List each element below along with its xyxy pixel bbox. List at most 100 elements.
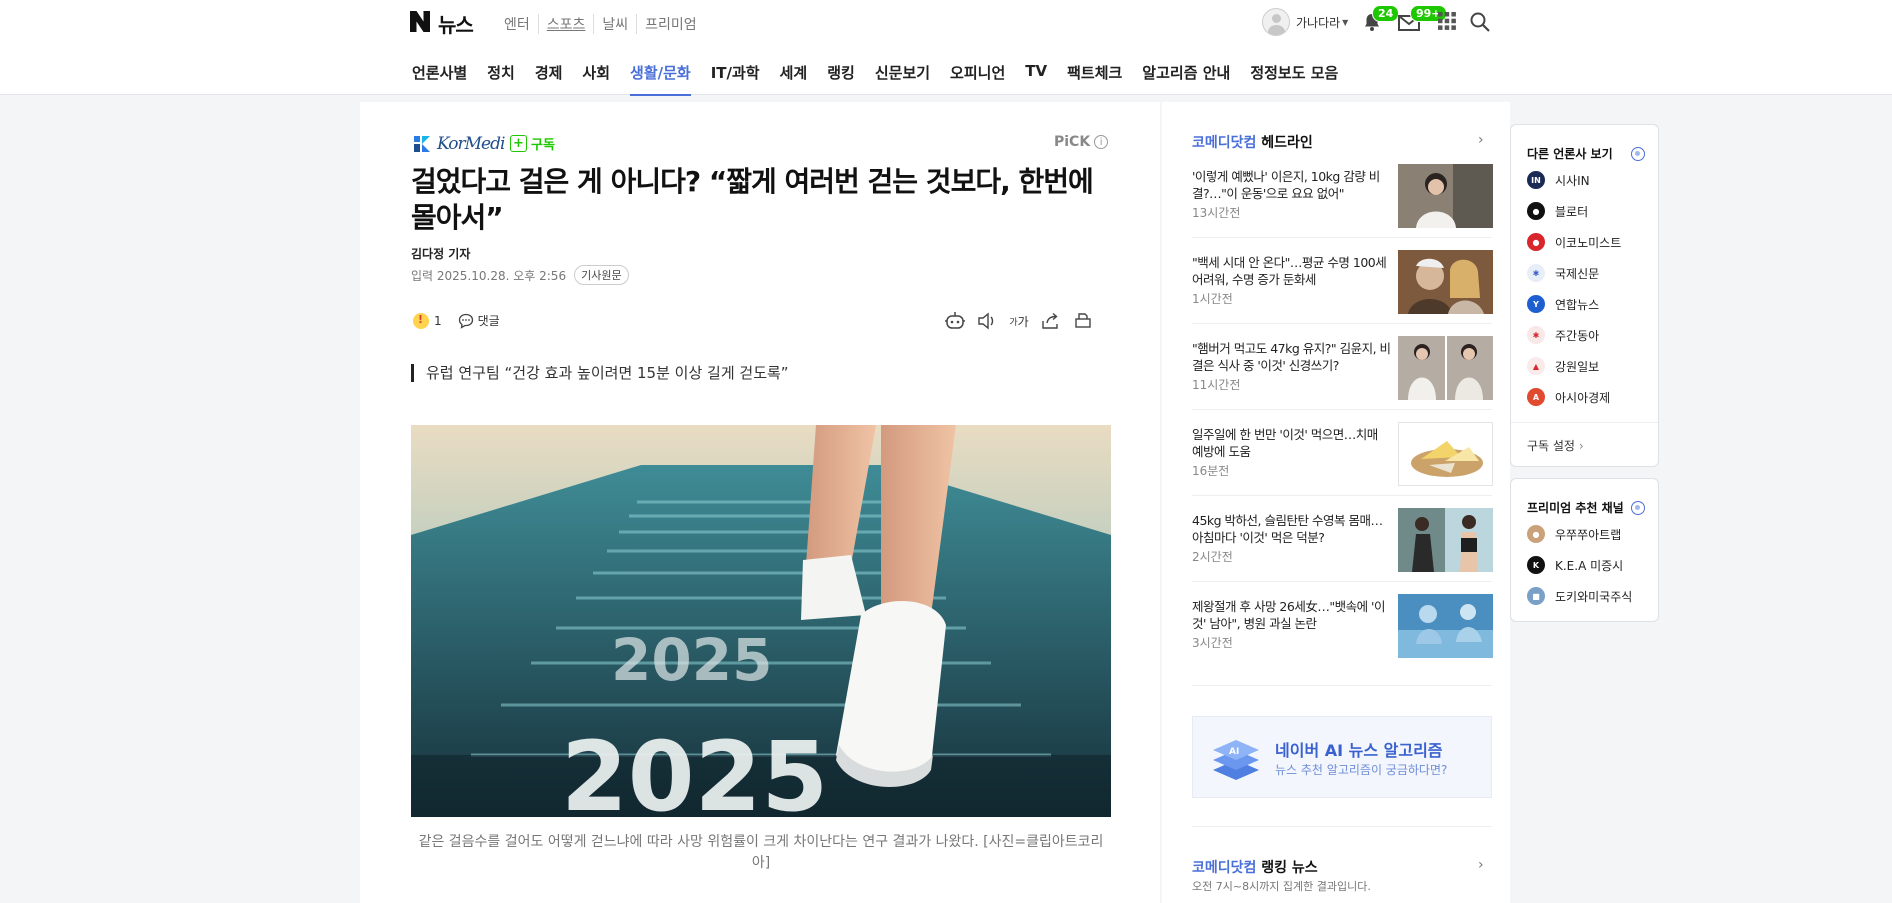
premium-title: 프리미엄 추천 채널 [1527,501,1624,515]
headline-item[interactable]: "백세 시대 안 온다"…평균 수명 100세 어려워, 수명 증가 둔화세 1… [1192,250,1493,322]
refresh-icon[interactable] [1631,147,1645,161]
comment-label: 댓글 [477,314,500,328]
notification-button[interactable]: 24 [1362,5,1400,32]
font-size-button[interactable]: 가가 [1008,310,1030,332]
premium-row[interactable]: ● 우쭈쭈아트랩 [1527,525,1621,543]
press-logo-icon: ▲ [1527,357,1545,375]
press-row[interactable]: A 아시아경제 [1527,388,1610,406]
section-divider [1192,826,1492,827]
nav-item-corrections[interactable]: 정정보도 모음 [1240,56,1348,93]
nav-item-newspaper[interactable]: 신문보기 [865,56,940,93]
share-icon [1042,312,1058,329]
press-name: KorMedi [437,134,505,154]
press-logo-icon: ● [1527,202,1545,220]
premium-channel-box: 프리미엄 추천 채널 ● 우쭈쭈아트랩 K K.E.A 미증시 ■ 도키와미국주… [1510,478,1659,622]
press-row-name: 주간동아 [1555,328,1600,343]
nav-item-life-culture[interactable]: 생활/문화 [620,56,701,96]
press-logo[interactable]: KorMedi [412,134,505,154]
avatar[interactable] [1262,8,1290,36]
search-icon [1470,12,1490,32]
headline-item[interactable]: 제왕절개 후 사망 26세女…"뱃속에 '이것' 남아", 병원 과실 논란 3… [1192,594,1493,666]
news-logo-text[interactable]: 뉴스 [438,9,474,38]
press-row[interactable]: ● 블로터 [1527,202,1588,220]
article-photo[interactable]: 2025 2025 [411,425,1111,817]
nav-item-society[interactable]: 사회 [572,56,620,93]
woman-portrait-image [1398,164,1493,228]
service-link-weather[interactable]: 날씨 [593,14,636,34]
service-link-sports[interactable]: 스포츠 [537,14,594,34]
mail-button[interactable]: 99+ [1398,5,1447,32]
headline-section-title[interactable]: 코메디닷컴 헤드라인 [1192,132,1313,152]
press-row[interactable]: IN 시사IN [1527,171,1590,189]
press-row-name: 연합뉴스 [1555,297,1600,312]
ranking-section-title[interactable]: 코메디닷컴 랭킹 뉴스 [1192,857,1318,877]
grid-icon [1438,12,1456,30]
premium-row[interactable]: K K.E.A 미증시 [1527,556,1623,574]
service-link-entertainment[interactable]: 엔터 [496,14,538,34]
search-button[interactable] [1470,12,1490,32]
channel-logo-icon: K [1527,556,1545,574]
headline-item[interactable]: 일주일에 한 번만 '이것' 먹으면…치매 예방에 도움 16분전 [1192,422,1493,494]
nav-item-economy[interactable]: 경제 [525,56,573,93]
service-link-premium[interactable]: 프리미엄 [636,14,705,34]
font-size-label: 가 [1017,314,1029,329]
ai-algorithm-banner[interactable]: AI 네이버 AI 뉴스 알고리즘 뉴스 추천 알고리즘이 궁금하다면? [1192,716,1492,798]
services-menu-button[interactable] [1438,12,1458,32]
share-button[interactable] [1040,310,1062,332]
headline-thumbnail [1398,508,1493,572]
headline-more-chevron-icon[interactable]: › [1478,132,1484,148]
press-logo-icon: ✱ [1527,326,1545,344]
reaction-count: 1 [434,313,442,328]
print-button[interactable] [1072,310,1094,332]
press-row[interactable]: ✱ 국제신문 [1527,264,1599,282]
press-row[interactable]: ✱ 주간동아 [1527,326,1599,344]
press-row-name: 이코노미스트 [1555,235,1622,250]
press-logo-icon: IN [1527,171,1545,189]
reaction-bulb-icon[interactable] [413,312,429,329]
original-article-button[interactable]: 기사원문 [574,265,629,285]
grandparent-child-image [1398,250,1493,314]
subscription-setting-link[interactable]: 구독 설정 › [1527,437,1584,454]
nav-item-it-science[interactable]: IT/과학 [701,56,770,93]
print-icon [1075,313,1091,328]
nav-item-by-press[interactable]: 언론사별 [402,56,477,93]
headline-item[interactable]: '이렇게 예뻤나' 이은지, 10kg 감량 비결?…"이 운동'으로 요요 없… [1192,164,1493,236]
reporter-name[interactable]: 김다정 기자 [411,245,470,262]
nav-item-algorithm[interactable]: 알고리즘 안내 [1132,56,1240,93]
headline-thumbnail [1398,422,1493,486]
pick-label[interactable]: PiCK i [1054,134,1109,150]
refresh-icon[interactable] [1631,501,1645,515]
nav-item-tv[interactable]: TV [1015,56,1057,93]
headline-time: 11시간전 [1192,378,1241,392]
nav-item-world[interactable]: 세계 [770,56,818,93]
press-row[interactable]: ▲ 강원일보 [1527,357,1599,375]
user-menu[interactable]: 가나다라 ▼ [1262,8,1348,36]
plus-icon: + [510,135,527,152]
ai-banner-title: 네이버 AI 뉴스 알고리즘 [1275,741,1443,760]
press-logo-icon: Y [1527,295,1545,313]
naver-n-logo-icon[interactable] [410,11,430,32]
press-row[interactable]: ● 이코노미스트 [1527,233,1621,251]
swimsuit-photo-image [1398,508,1493,572]
nav-item-ranking[interactable]: 랭킹 [817,56,865,93]
nav-item-politics[interactable]: 정치 [477,56,525,93]
nav-item-opinion[interactable]: 오피니언 [940,56,1015,93]
comment-button[interactable]: 댓글 [458,312,500,329]
headline-text: '이렇게 예뻤나' 이은지, 10kg 감량 비결?…"이 운동'으로 요요 없… [1192,169,1380,201]
headline-thumbnail [1398,594,1493,658]
read-aloud-button[interactable] [976,310,998,332]
notification-count-badge: 24 [1372,5,1400,22]
article-tools: 가가 [934,310,1094,332]
ranking-more-chevron-icon[interactable]: › [1478,857,1484,873]
nav-item-factcheck[interactable]: 팩트체크 [1057,56,1132,93]
username[interactable]: 가나다라 [1296,14,1340,31]
headline-text: 45kg 박하선, 슬림탄탄 수영복 몸매…아침마다 '이것' 먹은 덕분? [1192,513,1383,545]
headline-item[interactable]: "햄버거 먹고도 47kg 유지?" 김윤지, 비결은 식사 중 '이것' 신경… [1192,336,1493,408]
press-row[interactable]: Y 연합뉴스 [1527,295,1599,313]
summary-bot-button[interactable] [944,310,966,332]
headline-item[interactable]: 45kg 박하선, 슬림탄탄 수영복 몸매…아침마다 '이것' 먹은 덕분? 2… [1192,508,1493,580]
premium-row[interactable]: ■ 도키와미국주식 [1527,587,1632,605]
subscribe-button[interactable]: + 구독 [510,134,555,153]
comment-icon [458,313,473,329]
headline-divider [1192,409,1492,410]
